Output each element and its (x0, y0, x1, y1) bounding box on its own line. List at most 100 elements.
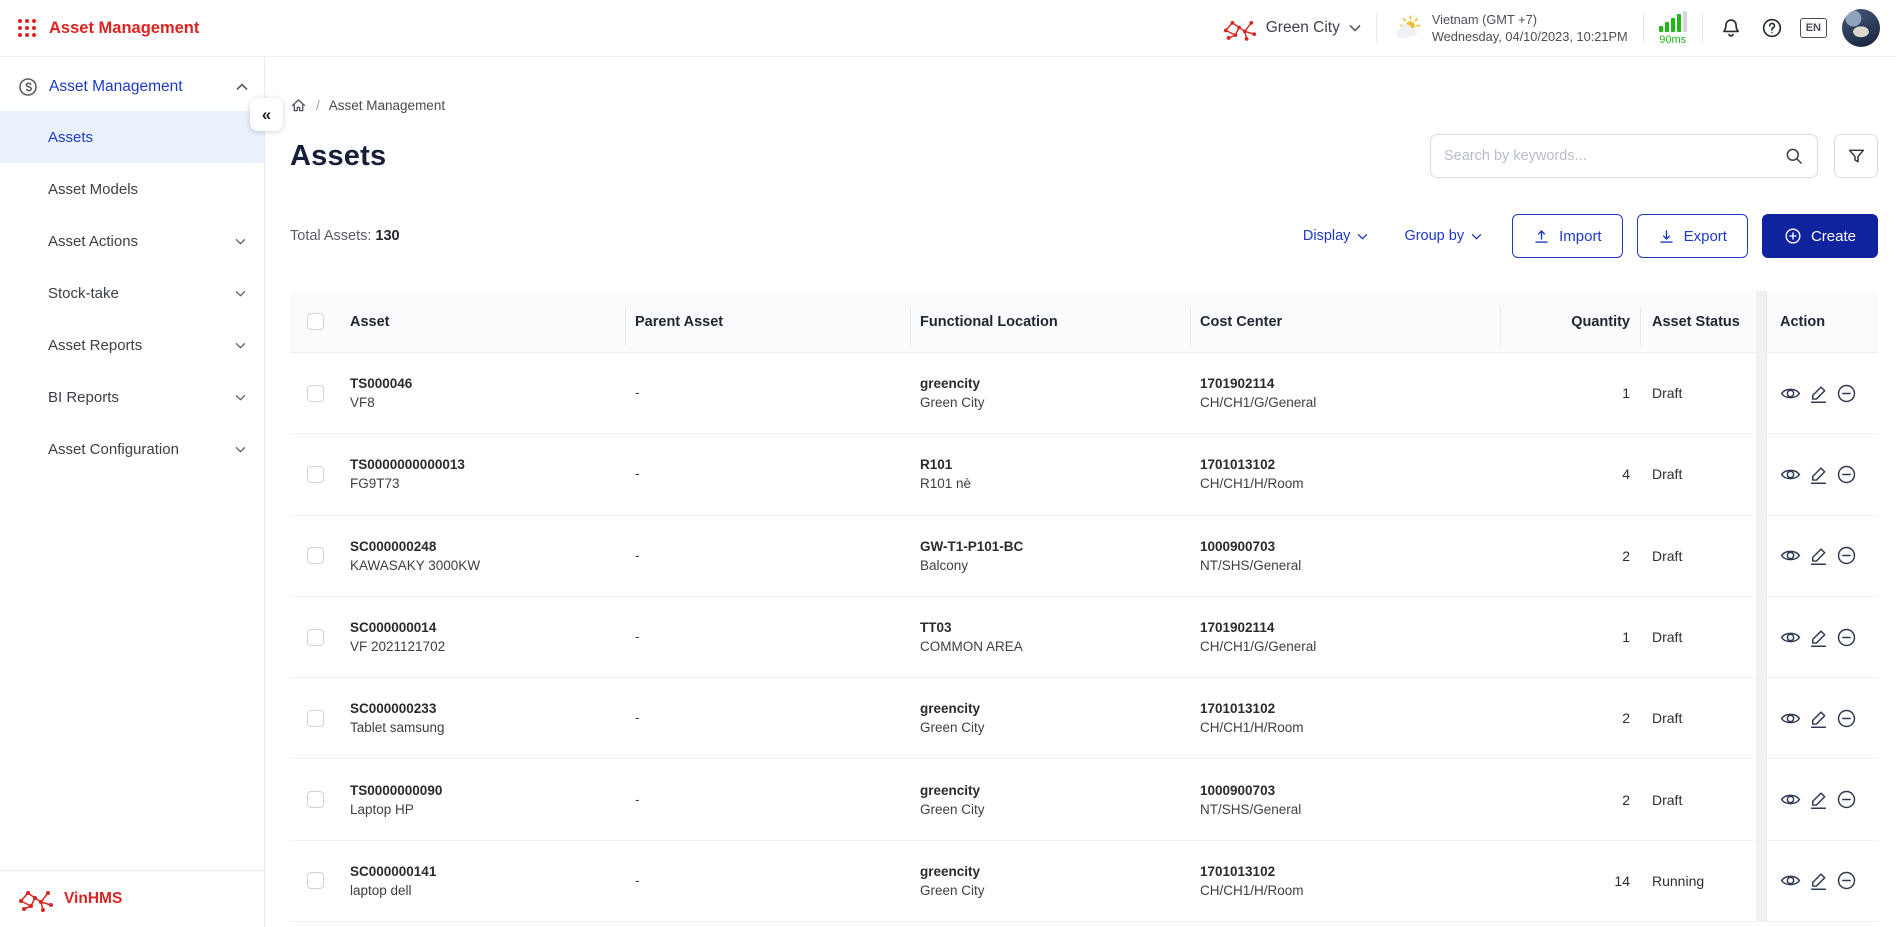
table-row: TS0000000090 Laptop HP - greencity Green… (290, 759, 1878, 840)
eye-icon (1780, 789, 1801, 810)
minus-circle-icon (1836, 464, 1857, 485)
view-button[interactable] (1780, 708, 1801, 729)
table-body: TS000046 VF8 - greencity Green City 1701… (290, 353, 1878, 922)
cell-asset-status: Draft (1640, 466, 1757, 482)
sidebar: Asset Management Assets Asset Models Ass… (0, 57, 265, 927)
column-asset: Asset (340, 314, 625, 330)
vinhms-logo-icon (18, 885, 54, 913)
chevron-down-icon (235, 342, 246, 349)
table-scrollbar[interactable] (1756, 291, 1766, 922)
cell-cost-center: 1701013102 CH/CH1/H/Room (1190, 701, 1500, 735)
chevron-down-icon (235, 394, 246, 401)
import-button[interactable]: Import (1512, 214, 1623, 258)
pencil-icon (1808, 464, 1829, 485)
edit-button[interactable] (1808, 545, 1829, 566)
row-checkbox[interactable] (307, 791, 324, 808)
cell-quantity: 2 (1500, 548, 1640, 564)
deactivate-button[interactable] (1836, 545, 1857, 566)
cell-parent-asset: - (625, 709, 910, 727)
breadcrumb: / Asset Management (290, 97, 1878, 114)
sidebar-collapse-button[interactable]: « (250, 98, 283, 131)
user-avatar[interactable] (1842, 9, 1880, 47)
cell-asset-status: Draft (1640, 710, 1757, 726)
deactivate-button[interactable] (1836, 383, 1857, 404)
view-button[interactable] (1780, 870, 1801, 891)
breadcrumb-item[interactable]: Asset Management (329, 98, 445, 113)
table-row: SC000000233 Tablet samsung - greencity G… (290, 678, 1878, 759)
cell-parent-asset: - (625, 872, 910, 890)
notifications-button[interactable] (1718, 15, 1744, 41)
question-circle-icon (1761, 17, 1783, 39)
edit-button[interactable] (1808, 464, 1829, 485)
edit-button[interactable] (1808, 870, 1829, 891)
deactivate-button[interactable] (1836, 870, 1857, 891)
language-selector[interactable]: EN (1800, 18, 1827, 38)
pencil-icon (1808, 627, 1829, 648)
filter-button[interactable] (1834, 134, 1878, 178)
total-assets-count: 130 (375, 228, 399, 244)
signal-bars-icon (1659, 11, 1687, 32)
row-checkbox[interactable] (307, 466, 324, 483)
cell-asset: SC000000233 Tablet samsung (340, 701, 625, 735)
select-all-checkbox[interactable] (307, 313, 324, 330)
latency-label: 90ms (1659, 34, 1686, 46)
table-header: Asset Parent Asset Functional Location C… (290, 291, 1878, 353)
minus-circle-icon (1836, 627, 1857, 648)
edit-button[interactable] (1808, 708, 1829, 729)
edit-button[interactable] (1808, 789, 1829, 810)
action-column-divider (1766, 291, 1767, 922)
search-icon[interactable] (1785, 147, 1804, 166)
search-input[interactable] (1444, 148, 1785, 164)
row-checkbox[interactable] (307, 629, 324, 646)
cell-asset: SC000000014 VF 2021121702 (340, 620, 625, 654)
home-icon[interactable] (290, 97, 307, 114)
datetime-label: Wednesday, 04/10/2023, 10:21PM (1432, 28, 1628, 45)
deactivate-button[interactable] (1836, 789, 1857, 810)
sidebar-item-asset-actions[interactable]: Asset Actions (0, 215, 264, 267)
sidebar-item-stock-take[interactable]: Stock-take (0, 267, 264, 319)
sidebar-item-asset-configuration[interactable]: Asset Configuration (0, 423, 264, 475)
deactivate-button[interactable] (1836, 627, 1857, 648)
row-checkbox[interactable] (307, 385, 324, 402)
cell-quantity: 1 (1500, 385, 1640, 401)
cell-asset-status: Draft (1640, 792, 1757, 808)
help-button[interactable] (1759, 15, 1785, 41)
row-checkbox[interactable] (307, 547, 324, 564)
edit-button[interactable] (1808, 627, 1829, 648)
sidebar-item-bi-reports[interactable]: BI Reports (0, 371, 264, 423)
group-by-dropdown[interactable]: Group by (1404, 228, 1482, 244)
display-dropdown[interactable]: Display (1303, 228, 1369, 244)
edit-button[interactable] (1808, 383, 1829, 404)
sidebar-section-asset-management[interactable]: Asset Management (0, 57, 264, 111)
cell-asset-status: Draft (1640, 385, 1757, 401)
table-row: TS0000000000013 FG9T73 - R101 R101 nè 17… (290, 434, 1878, 515)
column-asset-status: Asset Status (1640, 314, 1757, 330)
view-button[interactable] (1780, 627, 1801, 648)
pencil-icon (1808, 545, 1829, 566)
sidebar-item-asset-reports[interactable]: Asset Reports (0, 319, 264, 371)
view-button[interactable] (1780, 789, 1801, 810)
property-selector[interactable]: Green City (1223, 15, 1361, 42)
row-checkbox[interactable] (307, 710, 324, 727)
sidebar-item-assets[interactable]: Assets (0, 111, 264, 163)
pencil-icon (1808, 870, 1829, 891)
deactivate-button[interactable] (1836, 708, 1857, 729)
export-button[interactable]: Export (1637, 214, 1748, 258)
view-button[interactable] (1780, 545, 1801, 566)
deactivate-button[interactable] (1836, 464, 1857, 485)
view-button[interactable] (1780, 464, 1801, 485)
breadcrumb-separator: / (316, 98, 320, 113)
sidebar-item-asset-models[interactable]: Asset Models (0, 163, 264, 215)
cell-action (1767, 545, 1878, 566)
cell-quantity: 2 (1500, 792, 1640, 808)
row-checkbox[interactable] (307, 872, 324, 889)
minus-circle-icon (1836, 708, 1857, 729)
main-content: / Asset Management Assets Total Assets:1… (265, 57, 1896, 927)
table-row: TS000046 VF8 - greencity Green City 1701… (290, 353, 1878, 434)
eye-icon (1780, 383, 1801, 404)
create-button[interactable]: Create (1762, 214, 1878, 258)
table-row: SC000000014 VF 2021121702 - TT03 COMMON … (290, 597, 1878, 678)
app-grid-icon[interactable] (18, 19, 37, 38)
view-button[interactable] (1780, 383, 1801, 404)
app-title: Asset Management (49, 19, 199, 38)
